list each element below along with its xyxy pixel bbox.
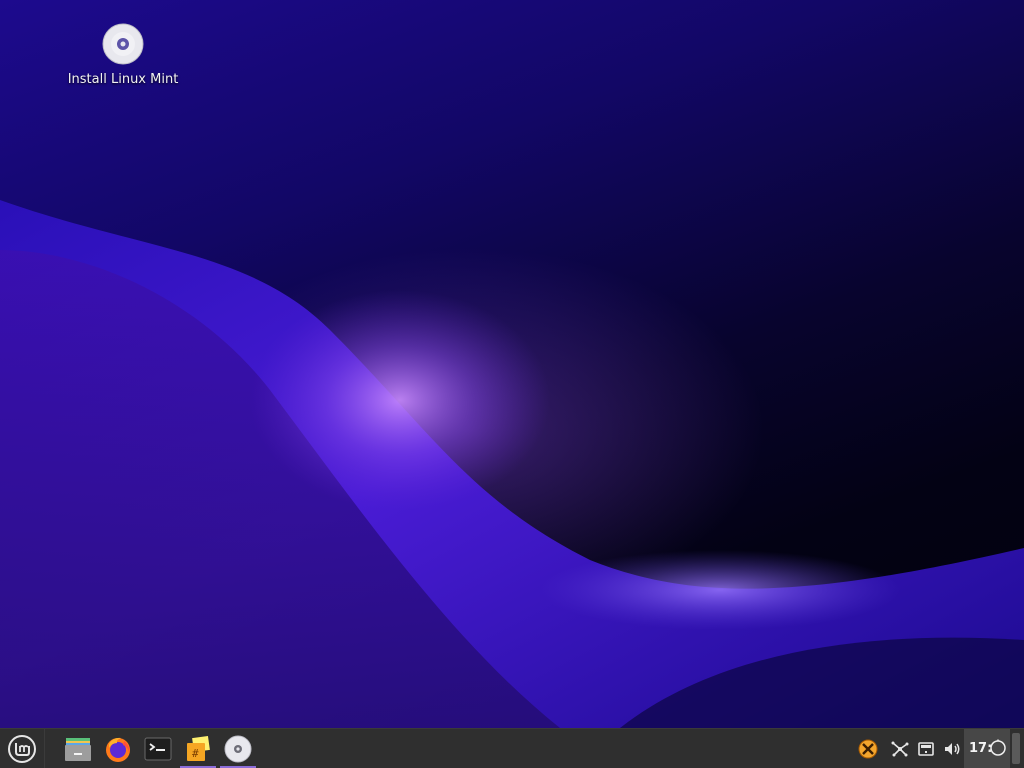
show-desktop-button[interactable] [1012,733,1020,764]
removable-drive-button[interactable] [913,729,939,768]
file-manager-icon [65,737,91,761]
install-disc-icon [224,735,252,762]
desktop-icon-label: Install Linux Mint [67,72,179,87]
desktop-wallpaper: Install Linux Mint [0,0,1024,728]
volume-icon [945,742,960,755]
text-editor-launcher[interactable]: # [179,729,217,768]
installer-launcher[interactable] [219,729,257,768]
network-button[interactable] [887,729,913,768]
file-manager-launcher[interactable] [59,729,97,768]
notifications-icon[interactable] [988,738,1008,758]
volume-button[interactable] [939,729,965,768]
firefox-launcher[interactable] [99,729,137,768]
network-icon [891,741,909,756]
terminal-icon [144,737,172,760]
xapp-status-icon [858,739,878,758]
menu-button[interactable] [0,729,45,768]
terminal-launcher[interactable] [139,729,177,768]
removable-drive-icon [918,741,934,756]
firefox-icon [106,737,130,762]
xapp-status-button[interactable] [855,729,881,768]
clock-applet[interactable]: 17: [964,729,1010,768]
svg-text:#: # [192,747,199,760]
bottom-panel: # 17: [0,728,1024,768]
wallpaper-wave-graphic [0,200,1024,728]
install-disc-icon [101,22,145,66]
xed-text-editor-icon: # [187,735,210,761]
desktop-icon-install-linux-mint[interactable]: Install Linux Mint [56,22,190,87]
linux-mint-logo-icon [8,734,36,763]
